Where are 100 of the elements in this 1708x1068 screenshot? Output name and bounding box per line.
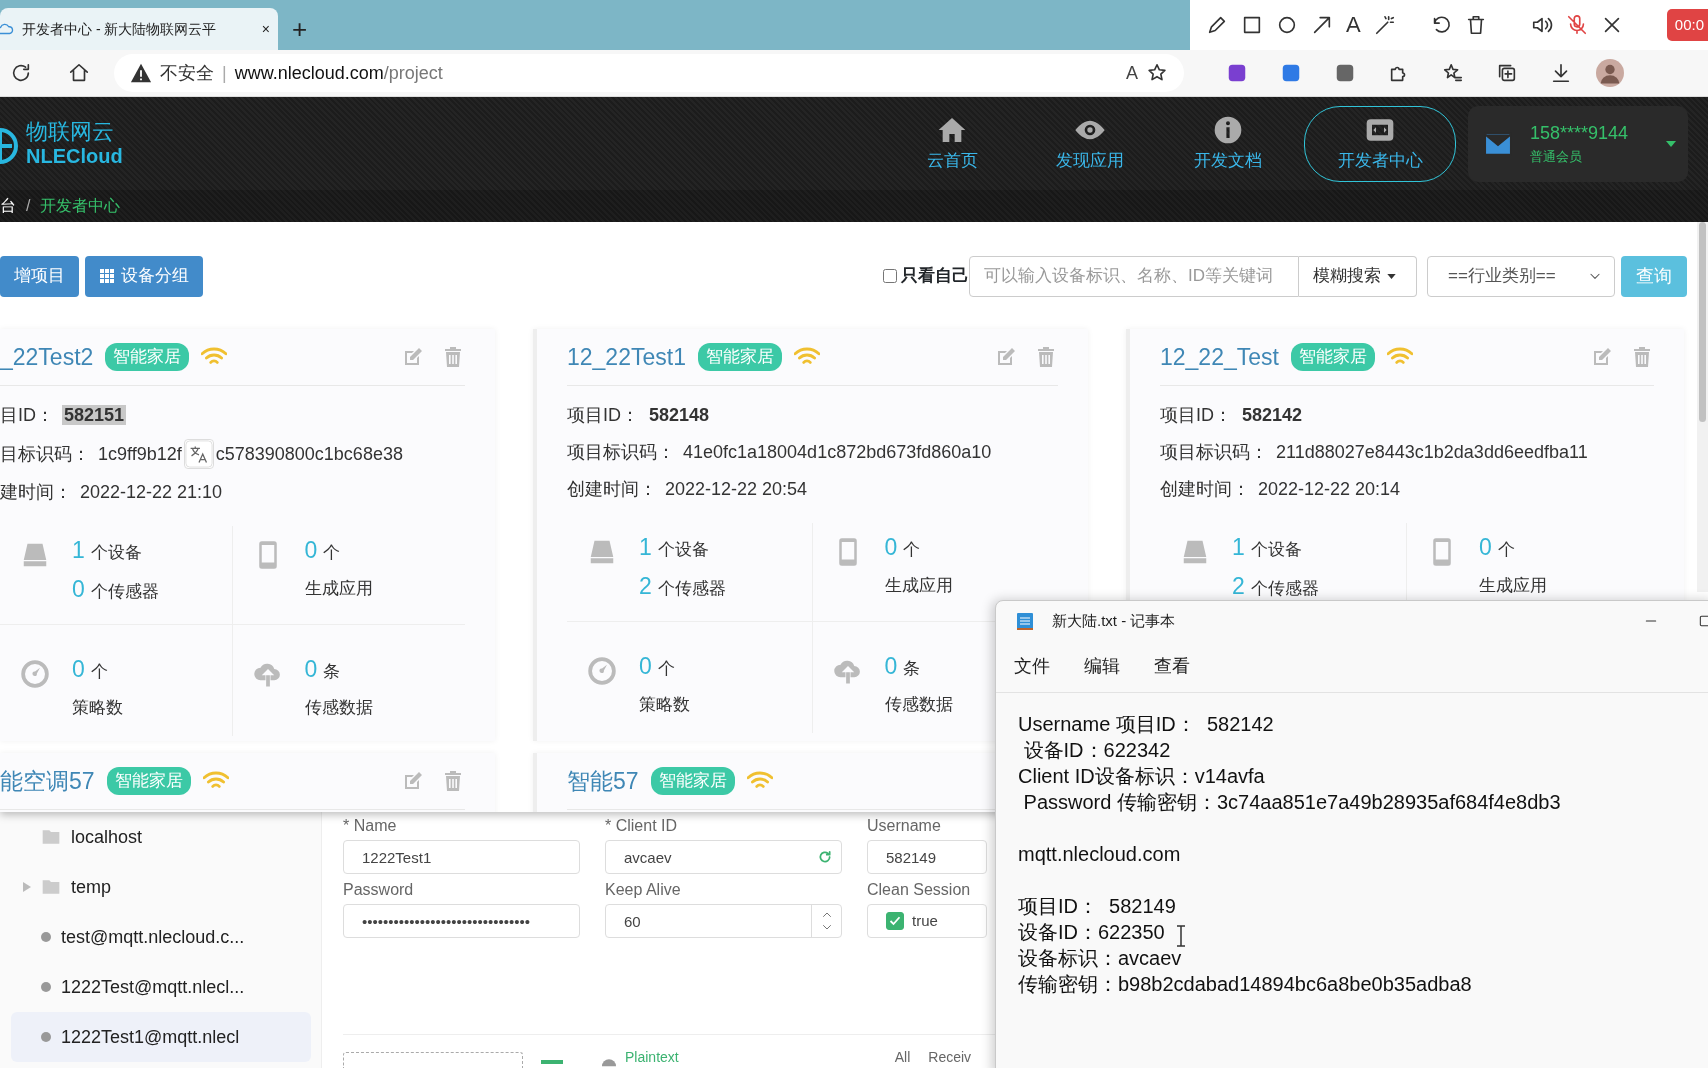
magic-wand-icon[interactable] [1373,14,1396,36]
stat-value: 0 [304,537,318,563]
created-time: 创建时间： 2022-12-22 20:54 [567,478,809,501]
arrow-icon[interactable] [1311,14,1333,36]
input-field[interactable]: 60 [605,904,842,938]
reload-icon[interactable] [10,62,32,84]
caret-icon [1666,140,1676,147]
project-name[interactable]: 12_22Test1 [567,339,686,375]
menu-item[interactable]: 查看 [1154,653,1190,680]
stat-unit: 个传感器 [657,579,726,598]
menu-item[interactable]: 文件 [1014,653,1050,680]
breadcrumb-link[interactable]: 台 [0,194,16,218]
stat-value: 0 [72,576,85,602]
maximize-icon[interactable] [1698,614,1708,628]
text-cursor-icon [1176,925,1186,947]
nav-item[interactable]: 开发者中心 [1304,105,1456,182]
browser-tab[interactable]: 开发者中心 - 新大陆物联网云平 × [0,8,278,50]
category-tag: 智能家居 [106,767,191,795]
breadcrumb-link[interactable]: 开发者中心 [40,194,121,218]
filter-tab[interactable]: Receiv [928,1047,972,1068]
search-mode-dropdown[interactable]: 模糊搜索 [1299,255,1417,297]
sidebar-item[interactable]: localhost [11,812,311,862]
checkbox-label: 只看自己 [901,265,969,288]
stat-value: 0 [639,653,652,679]
sidebar-item[interactable]: temp [11,862,311,912]
input-field[interactable]: 1222Test1 [343,840,580,874]
input-field[interactable]: •••••••••••••••••••••••••••••••• [343,904,580,938]
extension-icon[interactable] [1226,62,1248,84]
stat-unit: 条 [903,659,921,678]
stat-label: 传感数据 [304,698,373,717]
notepad-icon [1016,611,1034,631]
toolbar-button[interactable]: 设备分组 [85,255,203,297]
code-value: c578390800c1bc68e38 [215,442,403,466]
square-icon[interactable] [1241,14,1263,36]
project-name[interactable]: 能空调57 [0,763,95,799]
code-value: 41e0fc1a18004d1c872bd673fd860a10 [683,441,992,464]
stat-label: 生成应用 [1479,576,1547,595]
stat-value: 1 [639,534,652,560]
sidebar-item[interactable]: test@mqtt.nlecloud.c... [11,912,311,962]
translate-icon[interactable] [183,439,214,469]
code-label: 项目标识码： [1160,441,1268,464]
field-label: Clean Session [867,880,972,900]
stat-value: 0 [884,653,898,679]
search-field[interactable]: 可以输入设备标识、名称、ID等关键词 [969,255,1299,297]
sidebar-item[interactable]: 1222Test@mqtt.nlecl... [11,962,311,1012]
pen-icon[interactable] [1206,14,1228,36]
industry-select[interactable]: ==行业类别== [1427,255,1615,297]
input-field[interactable]: avcaev [605,840,842,874]
filter-tab[interactable]: All [894,1047,911,1068]
category-tag: 智能家居 [1290,343,1375,371]
read-aloud-button[interactable]: A [1126,59,1138,87]
collections-icon[interactable] [1496,62,1518,84]
home-icon[interactable] [68,62,90,84]
download-icon[interactable] [1550,62,1572,84]
stat-unit: 个 [657,659,675,678]
address-bar[interactable]: 不安全 | www.nlecloud.com/project A [114,54,1184,92]
muted-mic-icon[interactable] [1565,14,1588,36]
scrollbar[interactable] [1697,222,1708,592]
nav-item[interactable]: 开发文档 [1166,107,1290,180]
user-menu[interactable]: 158****9144 普通会员 [1468,105,1688,182]
text-line: Password 传输密钥：3c74aa851e7a49b28935af684f4e8db3 [1022,791,1561,813]
circle-icon[interactable] [1276,14,1298,36]
only-mine-checkbox[interactable] [883,269,897,283]
stat-unit: 个传感器 [90,582,159,601]
code-value: 1c9ff9b12f [98,442,182,466]
stat-value: 0 [1479,534,1492,560]
close-icon[interactable]: × [261,18,270,40]
project-name[interactable]: 12_22_Test [1160,339,1279,375]
favorites-icon[interactable] [1442,62,1464,84]
refresh-icon[interactable] [818,850,832,864]
stat-value: 1 [72,537,85,563]
category-tag: 智能家居 [105,343,190,371]
extension-icon[interactable] [1280,62,1302,84]
stat-label: 策略数 [639,695,690,714]
message-input[interactable] [343,1052,523,1068]
project-name[interactable]: 智能57 [567,763,639,799]
category-tag: 智能家居 [697,343,782,371]
extension-icon[interactable] [1334,62,1356,84]
stat-value: 0 [304,656,318,682]
stat-label: 策略数 [72,698,123,717]
sidebar-item[interactable]: 1222Test1@mqtt.nlecl [11,1012,311,1062]
new-tab-button[interactable]: + [286,8,314,50]
stat-value: 2 [1232,573,1245,599]
text-tool[interactable]: A [1346,14,1361,36]
grid-icon [99,268,115,284]
status-dot [41,1032,51,1042]
stat-unit: 个设备 [90,543,142,562]
stat-label: 生成应用 [304,579,373,598]
avatar[interactable] [1596,59,1624,87]
separator: | [222,61,227,85]
toolbar-button[interactable]: 增项目 [0,255,79,297]
breadcrumb-separator: / [26,196,31,216]
clean-session-checkbox[interactable]: true [867,904,987,938]
status-dot [41,982,51,992]
nav-item[interactable]: 云首页 [890,107,1014,180]
nav-item[interactable]: 发现应用 [1028,107,1152,180]
project-name[interactable]: _22Test2 [0,339,94,375]
menu-item[interactable]: 编辑 [1084,653,1120,680]
stat-label: 传感数据 [884,695,953,714]
input-field[interactable]: 582149 [867,840,987,874]
